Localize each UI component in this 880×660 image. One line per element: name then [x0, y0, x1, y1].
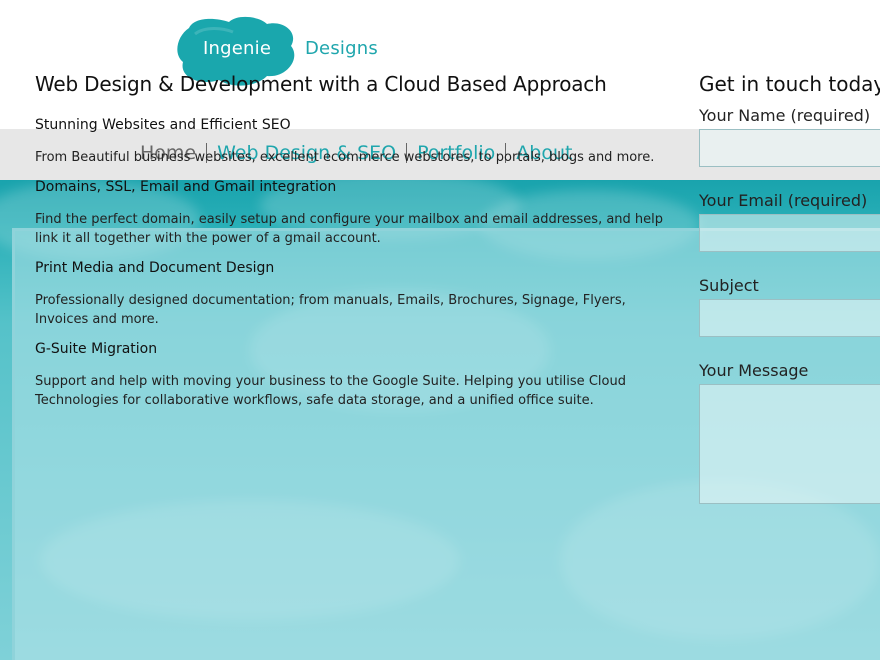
logo-text-primary: Ingenie	[203, 38, 272, 59]
service-item: Print Media and Document Design Professi…	[35, 259, 665, 329]
subject-input[interactable]	[699, 299, 880, 337]
name-label: Your Name (required)	[699, 106, 871, 125]
service-heading: Stunning Websites and Efficient SEO	[35, 117, 291, 133]
service-heading: Domains, SSL, Email and Gmail integratio…	[35, 179, 337, 195]
main-content: Web Design & Development with a Cloud Ba…	[35, 70, 665, 421]
contact-form: Get in touch today Your Name (required) …	[699, 70, 880, 508]
service-item: Domains, SSL, Email and Gmail integratio…	[35, 178, 665, 248]
contact-title: Get in touch today	[699, 72, 880, 96]
service-item: G-Suite Migration Support and help with …	[35, 340, 665, 410]
service-heading: Print Media and Document Design	[35, 260, 275, 276]
service-description: From Beautiful business websites, excell…	[35, 150, 655, 165]
service-description: Professionally designed documentation; f…	[35, 293, 626, 327]
service-description: Find the perfect domain, easily setup an…	[35, 212, 664, 246]
subject-label: Subject	[699, 276, 759, 295]
service-heading: G-Suite Migration	[35, 341, 158, 357]
name-input[interactable]	[699, 129, 880, 167]
message-label: Your Message	[699, 361, 809, 380]
logo-text-secondary: Designs	[305, 38, 378, 59]
service-item: Stunning Websites and Efficient SEO From…	[35, 116, 665, 167]
message-textarea[interactable]	[699, 384, 880, 504]
email-label: Your Email (required)	[699, 191, 868, 210]
email-input[interactable]	[699, 214, 880, 252]
service-description: Support and help with moving your busine…	[35, 374, 626, 408]
page-title: Web Design & Development with a Cloud Ba…	[35, 72, 607, 96]
